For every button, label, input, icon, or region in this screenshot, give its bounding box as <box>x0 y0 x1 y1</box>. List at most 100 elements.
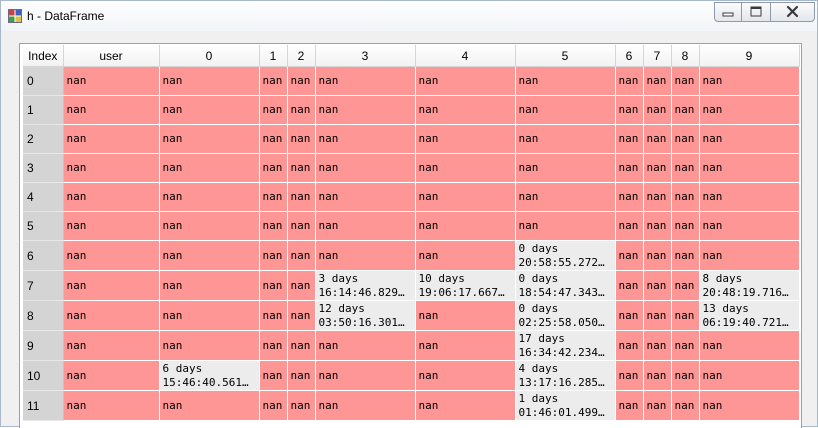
row-index[interactable]: 5 <box>23 211 64 241</box>
missing-value-cell[interactable]: nan <box>159 240 260 271</box>
missing-value-cell[interactable]: nan <box>615 66 644 96</box>
missing-value-cell[interactable]: nan <box>699 95 800 125</box>
row-index[interactable]: 6 <box>23 240 64 271</box>
missing-value-cell[interactable]: nan <box>159 95 260 125</box>
missing-value-cell[interactable]: nan <box>159 300 260 331</box>
timedelta-cell[interactable]: 6 days 15:46:40.561… <box>159 360 260 391</box>
missing-value-cell[interactable]: nan <box>63 153 160 183</box>
missing-value-cell[interactable]: nan <box>315 182 416 212</box>
missing-value-cell[interactable]: nan <box>287 390 316 421</box>
missing-value-cell[interactable]: nan <box>515 66 616 96</box>
missing-value-cell[interactable]: nan <box>515 124 616 154</box>
missing-value-cell[interactable]: nan <box>287 360 316 391</box>
minimize-button[interactable] <box>714 2 742 22</box>
missing-value-cell[interactable]: nan <box>259 390 288 421</box>
missing-value-cell[interactable]: nan <box>515 95 616 125</box>
missing-value-cell[interactable]: nan <box>415 153 516 183</box>
missing-value-cell[interactable]: nan <box>259 330 288 361</box>
missing-value-cell[interactable]: nan <box>259 66 288 96</box>
missing-value-cell[interactable]: nan <box>643 330 672 361</box>
missing-value-cell[interactable]: nan <box>259 95 288 125</box>
missing-value-cell[interactable]: nan <box>287 300 316 331</box>
missing-value-cell[interactable]: nan <box>63 330 160 361</box>
dataframe-table-view[interactable]: Index user 0 1 2 3 4 5 6 7 8 9 0 nan nan nan nan nan nan n… <box>19 43 802 428</box>
missing-value-cell[interactable]: nan <box>671 153 700 183</box>
row-index[interactable]: 10 <box>23 360 64 391</box>
missing-value-cell[interactable]: nan <box>63 211 160 241</box>
missing-value-cell[interactable]: nan <box>671 330 700 361</box>
missing-value-cell[interactable]: nan <box>287 270 316 301</box>
missing-value-cell[interactable]: nan <box>63 360 160 391</box>
timedelta-cell[interactable]: 1 days 01:46:01.499… <box>515 390 616 421</box>
row-index[interactable]: 9 <box>23 330 64 361</box>
missing-value-cell[interactable]: nan <box>159 390 260 421</box>
missing-value-cell[interactable]: nan <box>63 182 160 212</box>
missing-value-cell[interactable]: nan <box>259 270 288 301</box>
timedelta-cell[interactable]: 0 days 18:54:47.343… <box>515 270 616 301</box>
missing-value-cell[interactable]: nan <box>615 240 644 271</box>
missing-value-cell[interactable]: nan <box>415 124 516 154</box>
column-header[interactable]: 1 <box>259 45 288 67</box>
missing-value-cell[interactable]: nan <box>415 66 516 96</box>
missing-value-cell[interactable]: nan <box>671 390 700 421</box>
missing-value-cell[interactable]: nan <box>671 95 700 125</box>
missing-value-cell[interactable]: nan <box>63 124 160 154</box>
missing-value-cell[interactable]: nan <box>415 211 516 241</box>
missing-value-cell[interactable]: nan <box>259 360 288 391</box>
missing-value-cell[interactable]: nan <box>63 95 160 125</box>
missing-value-cell[interactable]: nan <box>159 211 260 241</box>
missing-value-cell[interactable]: nan <box>615 360 644 391</box>
row-index[interactable]: 2 <box>23 124 64 154</box>
missing-value-cell[interactable]: nan <box>643 300 672 331</box>
missing-value-cell[interactable]: nan <box>415 330 516 361</box>
missing-value-cell[interactable]: nan <box>615 153 644 183</box>
missing-value-cell[interactable]: nan <box>515 182 616 212</box>
row-index[interactable]: 11 <box>23 390 64 421</box>
missing-value-cell[interactable]: nan <box>315 240 416 271</box>
missing-value-cell[interactable]: nan <box>63 390 160 421</box>
timedelta-cell[interactable]: 3 days 16:14:46.829… <box>315 270 416 301</box>
missing-value-cell[interactable]: nan <box>671 360 700 391</box>
missing-value-cell[interactable]: nan <box>643 124 672 154</box>
timedelta-cell[interactable]: 12 days 03:50:16.301… <box>315 300 416 331</box>
missing-value-cell[interactable]: nan <box>315 95 416 125</box>
missing-value-cell[interactable]: nan <box>315 360 416 391</box>
missing-value-cell[interactable]: nan <box>287 66 316 96</box>
missing-value-cell[interactable]: nan <box>615 95 644 125</box>
column-header[interactable]: 0 <box>159 45 260 67</box>
missing-value-cell[interactable]: nan <box>159 124 260 154</box>
missing-value-cell[interactable]: nan <box>287 240 316 271</box>
missing-value-cell[interactable]: nan <box>515 211 616 241</box>
missing-value-cell[interactable]: nan <box>259 182 288 212</box>
missing-value-cell[interactable]: nan <box>671 124 700 154</box>
timedelta-cell[interactable]: 0 days 20:58:55.272… <box>515 240 616 271</box>
missing-value-cell[interactable]: nan <box>159 182 260 212</box>
missing-value-cell[interactable]: nan <box>699 66 800 96</box>
missing-value-cell[interactable]: nan <box>159 270 260 301</box>
missing-value-cell[interactable]: nan <box>159 153 260 183</box>
close-button[interactable] <box>770 2 815 22</box>
column-header[interactable]: 7 <box>643 45 672 67</box>
missing-value-cell[interactable]: nan <box>699 153 800 183</box>
index-column-header[interactable]: Index <box>23 45 64 67</box>
missing-value-cell[interactable]: nan <box>643 240 672 271</box>
missing-value-cell[interactable]: nan <box>287 182 316 212</box>
missing-value-cell[interactable]: nan <box>643 211 672 241</box>
row-index[interactable]: 0 <box>23 66 64 96</box>
missing-value-cell[interactable]: nan <box>415 240 516 271</box>
row-index[interactable]: 8 <box>23 300 64 331</box>
missing-value-cell[interactable]: nan <box>287 211 316 241</box>
missing-value-cell[interactable]: nan <box>315 153 416 183</box>
missing-value-cell[interactable]: nan <box>63 270 160 301</box>
missing-value-cell[interactable]: nan <box>671 240 700 271</box>
missing-value-cell[interactable]: nan <box>415 390 516 421</box>
missing-value-cell[interactable]: nan <box>415 300 516 331</box>
missing-value-cell[interactable]: nan <box>415 95 516 125</box>
missing-value-cell[interactable]: nan <box>699 330 800 361</box>
missing-value-cell[interactable]: nan <box>615 270 644 301</box>
missing-value-cell[interactable]: nan <box>287 153 316 183</box>
title-bar[interactable]: h - DataFrame <box>1 1 817 31</box>
missing-value-cell[interactable]: nan <box>315 211 416 241</box>
missing-value-cell[interactable]: nan <box>671 66 700 96</box>
missing-value-cell[interactable]: nan <box>287 95 316 125</box>
